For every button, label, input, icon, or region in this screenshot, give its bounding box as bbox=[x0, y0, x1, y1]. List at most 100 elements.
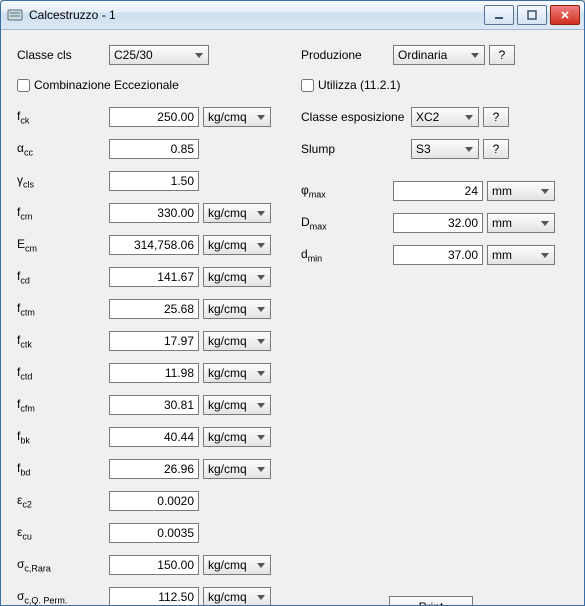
phimax-unit[interactable]: mm bbox=[487, 181, 555, 201]
fbk-input[interactable] bbox=[109, 427, 199, 447]
ecu-label: εcu bbox=[17, 525, 109, 541]
gcls-label: γcls bbox=[17, 173, 109, 189]
fcfm-input[interactable] bbox=[109, 395, 199, 415]
fck-row: fck kg/cmq bbox=[17, 106, 277, 128]
client-area: Classe cls C25/30 Combinazione Ecceziona… bbox=[1, 30, 584, 606]
produzione-select[interactable]: Ordinaria bbox=[393, 45, 485, 65]
scqp-label: σc,Q. Perm. bbox=[17, 589, 109, 605]
fctd-label: fctd bbox=[17, 365, 109, 381]
produzione-label: Produzione bbox=[301, 48, 393, 62]
fcfm-label: fcfm bbox=[17, 397, 109, 413]
slump-select[interactable]: S3 bbox=[411, 139, 479, 159]
window-title: Calcestruzzo - 1 bbox=[29, 8, 484, 22]
fck-input[interactable] bbox=[109, 107, 199, 127]
produzione-row: Produzione Ordinaria ? bbox=[301, 44, 561, 66]
fctd-row: fctd kg/cmq bbox=[17, 362, 277, 384]
ec2-row: εc2 bbox=[17, 490, 277, 512]
phimax-input[interactable] bbox=[393, 181, 483, 201]
ec2-input[interactable] bbox=[109, 491, 199, 511]
print-row: Print bbox=[301, 596, 561, 606]
dmax-unit[interactable]: mm bbox=[487, 213, 555, 233]
fbd-label: fbd bbox=[17, 461, 109, 477]
fctk-input[interactable] bbox=[109, 331, 199, 351]
esposizione-help-button[interactable]: ? bbox=[483, 107, 509, 127]
esposizione-row: Classe esposizione XC2 ? bbox=[301, 106, 561, 128]
ecu-row: εcu bbox=[17, 522, 277, 544]
ecm-input[interactable] bbox=[109, 235, 199, 255]
utilizza-label: Utilizza (11.2.1) bbox=[318, 78, 400, 92]
scrara-input[interactable] bbox=[109, 555, 199, 575]
dmax-label: Dmax bbox=[301, 215, 393, 231]
fbd-input[interactable] bbox=[109, 459, 199, 479]
classe-select[interactable]: C25/30 bbox=[109, 45, 209, 65]
fbk-unit[interactable]: kg/cmq bbox=[203, 427, 271, 447]
window-buttons bbox=[484, 5, 580, 25]
fck-unit[interactable]: kg/cmq bbox=[203, 107, 271, 127]
ecu-input[interactable] bbox=[109, 523, 199, 543]
scrara-label: σc,Rara bbox=[17, 557, 109, 573]
utilizza-checkbox[interactable] bbox=[301, 79, 314, 92]
scrara-unit[interactable]: kg/cmq bbox=[203, 555, 271, 575]
fctm-label: fctm bbox=[17, 301, 109, 317]
print-button[interactable]: Print bbox=[389, 596, 473, 606]
fbd-unit[interactable]: kg/cmq bbox=[203, 459, 271, 479]
scqp-input[interactable] bbox=[109, 587, 199, 606]
fctd-unit[interactable]: kg/cmq bbox=[203, 363, 271, 383]
combo-checkbox-row[interactable]: Combinazione Eccezionale bbox=[17, 76, 277, 94]
right-column: Produzione Ordinaria ? Utilizza (11.2.1)… bbox=[301, 44, 561, 606]
dmax-row: Dmax mm bbox=[301, 212, 561, 234]
gcls-row: γcls bbox=[17, 170, 277, 192]
fcd-row: fcd kg/cmq bbox=[17, 266, 277, 288]
classe-row: Classe cls C25/30 bbox=[17, 44, 277, 66]
ecm-unit[interactable]: kg/cmq bbox=[203, 235, 271, 255]
fctm-input[interactable] bbox=[109, 299, 199, 319]
fctk-unit[interactable]: kg/cmq bbox=[203, 331, 271, 351]
fcfm-unit[interactable]: kg/cmq bbox=[203, 395, 271, 415]
close-button[interactable] bbox=[550, 5, 580, 25]
fctk-label: fctk bbox=[17, 333, 109, 349]
fcfm-row: fcfm kg/cmq bbox=[17, 394, 277, 416]
acc-input[interactable] bbox=[109, 139, 199, 159]
phimax-label: φmax bbox=[301, 183, 393, 199]
maximize-button[interactable] bbox=[517, 5, 547, 25]
slump-label: Slump bbox=[301, 142, 411, 156]
gcls-input[interactable] bbox=[109, 171, 199, 191]
slump-help-button[interactable]: ? bbox=[483, 139, 509, 159]
dmin-row: dmin mm bbox=[301, 244, 561, 266]
fcm-row: fcm kg/cmq bbox=[17, 202, 277, 224]
classe-label: Classe cls bbox=[17, 48, 109, 62]
combo-checkbox[interactable] bbox=[17, 79, 30, 92]
ecm-row: Ecm kg/cmq bbox=[17, 234, 277, 256]
acc-row: αcc bbox=[17, 138, 277, 160]
fcd-unit[interactable]: kg/cmq bbox=[203, 267, 271, 287]
window: Calcestruzzo - 1 Classe cls C25/30 Combi… bbox=[0, 0, 585, 606]
fctm-row: fctm kg/cmq bbox=[17, 298, 277, 320]
scqp-row: σc,Q. Perm. kg/cmq bbox=[17, 586, 277, 606]
fcm-unit[interactable]: kg/cmq bbox=[203, 203, 271, 223]
fck-label: fck bbox=[17, 109, 109, 125]
fcm-label: fcm bbox=[17, 205, 109, 221]
app-icon bbox=[7, 7, 23, 23]
fbd-row: fbd kg/cmq bbox=[17, 458, 277, 480]
dmax-input[interactable] bbox=[393, 213, 483, 233]
fcm-input[interactable] bbox=[109, 203, 199, 223]
esposizione-label: Classe esposizione bbox=[301, 110, 411, 124]
scqp-unit[interactable]: kg/cmq bbox=[203, 587, 271, 606]
fcd-input[interactable] bbox=[109, 267, 199, 287]
ec2-label: εc2 bbox=[17, 493, 109, 509]
fbk-label: fbk bbox=[17, 429, 109, 445]
titlebar: Calcestruzzo - 1 bbox=[1, 1, 584, 30]
produzione-help-button[interactable]: ? bbox=[489, 45, 515, 65]
utilizza-checkbox-row[interactable]: Utilizza (11.2.1) bbox=[301, 76, 561, 94]
esposizione-select[interactable]: XC2 bbox=[411, 107, 479, 127]
acc-label: αcc bbox=[17, 141, 109, 157]
dmin-label: dmin bbox=[301, 247, 393, 263]
fcd-label: fcd bbox=[17, 269, 109, 285]
left-column: Classe cls C25/30 Combinazione Ecceziona… bbox=[17, 44, 277, 606]
dmin-input[interactable] bbox=[393, 245, 483, 265]
minimize-button[interactable] bbox=[484, 5, 514, 25]
dmin-unit[interactable]: mm bbox=[487, 245, 555, 265]
fctd-input[interactable] bbox=[109, 363, 199, 383]
fctm-unit[interactable]: kg/cmq bbox=[203, 299, 271, 319]
combo-label: Combinazione Eccezionale bbox=[34, 78, 179, 92]
